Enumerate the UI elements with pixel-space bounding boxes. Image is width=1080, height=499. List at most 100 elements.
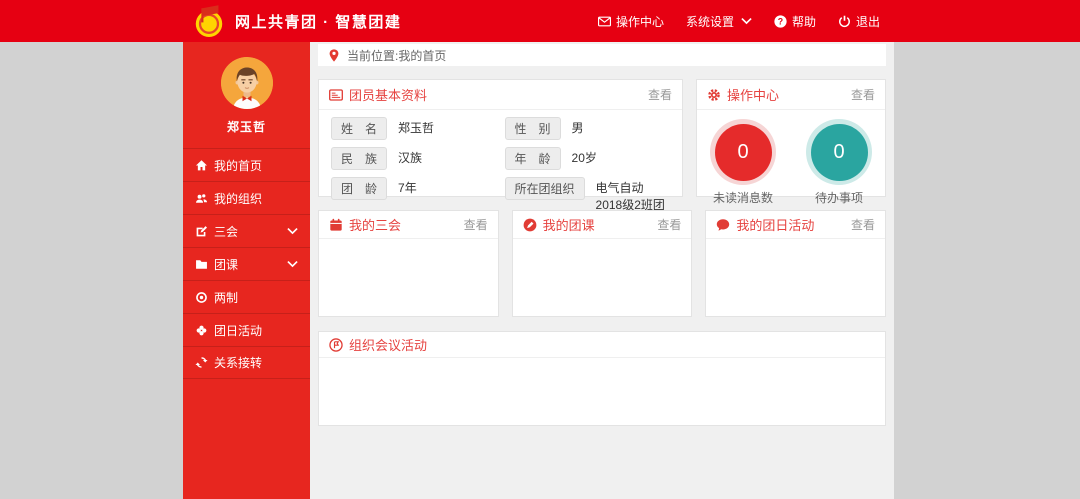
- card-title: 操作中心: [727, 88, 780, 103]
- menu-logout[interactable]: 退出: [838, 13, 880, 30]
- org-meetings-card: 组织会议活动: [318, 331, 886, 426]
- sidebar-item-liangzhi[interactable]: 两制: [183, 280, 310, 313]
- menu-label: 系统设置: [685, 14, 734, 29]
- menu-label: 退出: [855, 14, 880, 29]
- sidebar-item-label: 我的首页: [214, 158, 263, 173]
- card-title-wrap: 操作中心: [707, 85, 779, 104]
- field-label: 年 龄: [504, 147, 561, 170]
- main-content: 当前位置:我的首页 团员基本资料 查看 姓 名 郑玉哲 性 别 男 民 族 汉族…: [310, 42, 894, 499]
- sidebar-item-transfer[interactable]: 关系接转: [183, 346, 310, 379]
- field-label: 民 族: [331, 147, 388, 170]
- field-value: 20岁: [571, 151, 597, 165]
- stat-unread-messages: 0 未读消息数: [710, 119, 776, 206]
- menu-help[interactable]: ? 帮助: [774, 13, 816, 30]
- map-pin-icon: [329, 48, 339, 62]
- sidebar-item-label: 关系接转: [214, 356, 263, 370]
- card-header: 团员基本资料 查看: [319, 80, 682, 110]
- field-label: 所在团组织: [504, 177, 585, 200]
- gear-icon: [708, 88, 720, 101]
- clover-icon: [196, 325, 207, 335]
- chevron-down-icon: [741, 17, 752, 25]
- brand: 网上共青团 · 智慧团建: [192, 4, 401, 38]
- sidebar: 郑玉哲 我的首页 我的组织 三会 团课 两制 团日活动 关系接转: [183, 42, 310, 499]
- sidebar-item-label: 两制: [214, 290, 239, 305]
- card-title: 我的团课: [542, 218, 595, 233]
- view-link[interactable]: 查看: [657, 216, 681, 233]
- card-title: 我的三会: [349, 218, 402, 233]
- stat-label: 未读消息数: [712, 191, 773, 205]
- menu-label: 帮助: [791, 14, 816, 29]
- menu-system-settings[interactable]: 系统设置: [686, 13, 752, 30]
- sidebar-menu: 我的首页 我的组织 三会 团课 两制 团日活动 关系接转: [183, 148, 310, 379]
- ops-stats: 0 未读消息数 0 待办事项: [697, 110, 885, 206]
- card-title-wrap: 团员基本资料: [329, 85, 427, 104]
- card-title: 我的团日活动: [736, 218, 815, 233]
- transfer-icon: [195, 357, 208, 368]
- app-title: 网上共青团 · 智慧团建: [235, 13, 402, 31]
- card-title-wrap: 我的三会: [329, 215, 401, 234]
- sidebar-item-tuanke[interactable]: 团课: [183, 247, 310, 280]
- operation-center-card: 操作中心 查看 0 未读消息数 0 待办事项: [696, 79, 886, 205]
- todo-count-circle[interactable]: 0: [810, 123, 868, 181]
- chevron-down-icon: [287, 260, 298, 268]
- card-title-wrap: 我的团日活动: [716, 215, 814, 234]
- my-league-day-card: 我的团日活动 查看: [705, 210, 887, 317]
- top-menu: 操作中心 系统设置 ? 帮助 退出: [597, 0, 880, 42]
- member-basic-info-card: 团员基本资料 查看 姓 名 郑玉哲 性 别 男 民 族 汉族 年 龄 20岁 团…: [318, 79, 683, 230]
- view-link[interactable]: 查看: [464, 216, 488, 233]
- field-ethnicity: 民 族 汉族: [331, 147, 497, 170]
- field-value: 郑玉哲: [398, 121, 435, 135]
- field-value: 男: [571, 121, 584, 135]
- chevron-down-icon: [287, 227, 298, 235]
- field-value: 汉族: [398, 151, 423, 165]
- meeting-icon: [329, 337, 343, 352]
- view-link[interactable]: 查看: [648, 86, 672, 103]
- stat-todo-items: 0 待办事项: [806, 119, 872, 206]
- svg-text:?: ?: [778, 16, 783, 26]
- target-icon: [196, 291, 207, 303]
- sidebar-item-sanhui[interactable]: 三会: [183, 214, 310, 247]
- profile: 郑玉哲: [183, 42, 310, 135]
- field-age: 年 龄 20岁: [504, 147, 671, 170]
- field-value: 7年: [398, 181, 417, 195]
- view-link[interactable]: 查看: [851, 216, 875, 233]
- top-header: 网上共青团 · 智慧团建 操作中心 系统设置 ? 帮助 退出: [0, 0, 1080, 42]
- power-icon: [839, 15, 850, 27]
- card-title: 团员基本资料: [349, 88, 428, 103]
- username: 郑玉哲: [226, 120, 266, 134]
- envelope-icon: [597, 16, 611, 26]
- field-label: 团 龄: [331, 177, 388, 200]
- calendar-icon: [330, 218, 342, 231]
- sidebar-item-label: 三会: [214, 224, 239, 239]
- sidebar-item-label: 团课: [214, 257, 239, 272]
- field-label: 性 别: [504, 117, 561, 140]
- pen-icon: [523, 218, 537, 231]
- my-sanhui-card: 我的三会 查看: [318, 210, 499, 317]
- users-icon: [196, 193, 208, 203]
- sidebar-item-home[interactable]: 我的首页: [183, 148, 310, 181]
- stat-label: 待办事项: [814, 191, 863, 205]
- chat-icon: [717, 218, 730, 231]
- sidebar-item-organization[interactable]: 我的组织: [183, 181, 310, 214]
- league-emblem-logo: [192, 4, 226, 38]
- sidebar-item-label: 团日活动: [214, 323, 263, 338]
- card-header: 操作中心 查看: [697, 80, 885, 110]
- card-header: 我的团课 查看: [512, 211, 692, 239]
- card-header: 我的三会 查看: [319, 211, 498, 239]
- edit-icon: [196, 225, 208, 236]
- menu-operation-center[interactable]: 操作中心: [597, 13, 664, 30]
- breadcrumb-label: 当前位置:我的首页: [347, 48, 447, 63]
- home-icon: [195, 159, 208, 170]
- avatar: [220, 57, 273, 109]
- stat-halo: 0: [710, 119, 776, 185]
- card-header: 组织会议活动: [319, 332, 885, 358]
- breadcrumb: 当前位置:我的首页: [318, 44, 886, 66]
- view-link[interactable]: 查看: [851, 86, 875, 103]
- field-label: 姓 名: [331, 117, 388, 140]
- sidebar-item-league-day[interactable]: 团日活动: [183, 313, 310, 346]
- unread-count-circle[interactable]: 0: [714, 123, 772, 181]
- folder-icon: [196, 259, 207, 269]
- id-card-icon: [329, 88, 343, 101]
- card-header: 我的团日活动 查看: [706, 211, 886, 239]
- card-title-wrap: 组织会议活动: [329, 335, 427, 354]
